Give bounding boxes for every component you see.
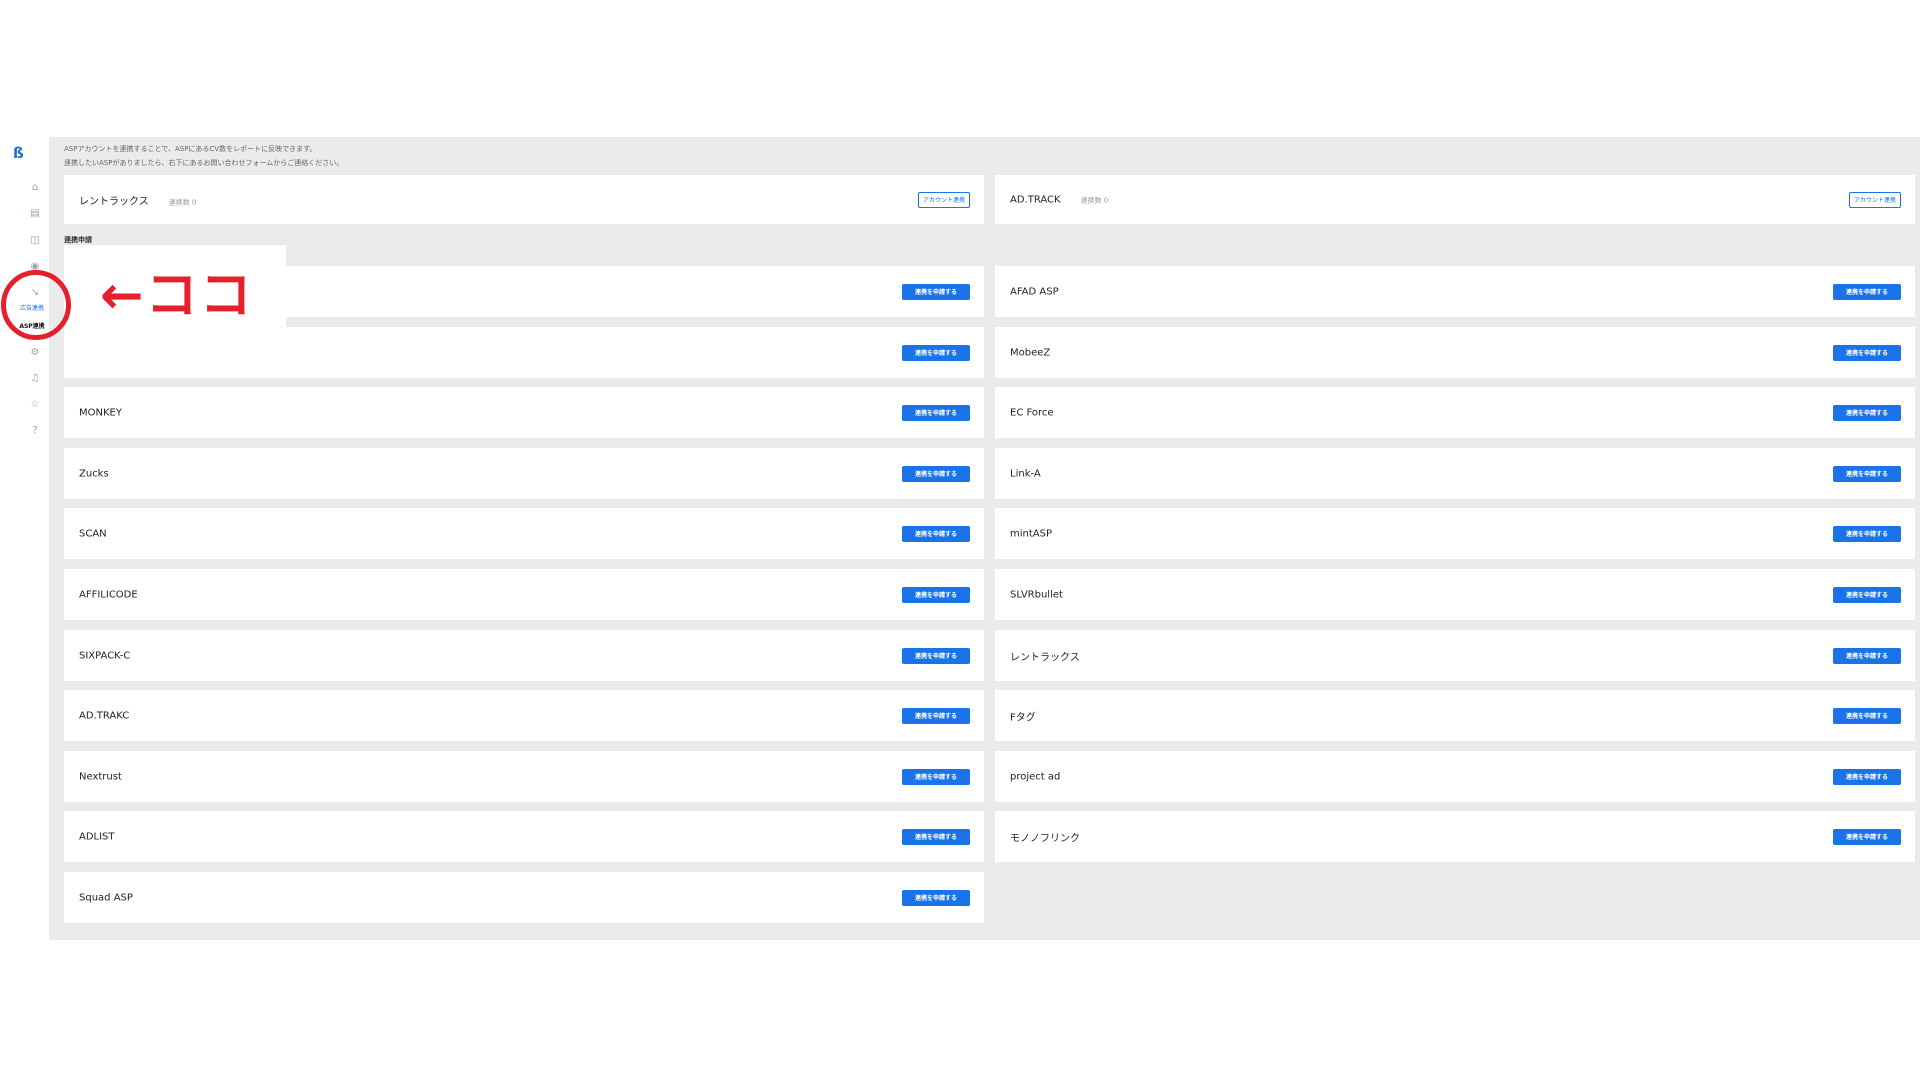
- bell-icon[interactable]: ♫: [27, 370, 43, 386]
- asp-name: mintASP: [1010, 528, 1052, 539]
- request-connection-button[interactable]: 連携を申請する: [902, 707, 970, 724]
- asp-name: SLVRbullet: [1010, 589, 1063, 600]
- asp-name: SIXPACK-C: [79, 650, 131, 661]
- asp-name: ADLIST: [79, 831, 115, 842]
- asp-card: AFFILICODE 連携を申請する: [64, 569, 984, 620]
- request-connection-button[interactable]: 連携を申請する: [902, 525, 970, 542]
- asp-card: 連携を申請する: [64, 327, 984, 378]
- request-connection-button[interactable]: 連携を申請する: [1833, 283, 1901, 300]
- asp-card: レントラックス 連携を申請する: [995, 630, 1915, 681]
- request-connection-button[interactable]: 連携を申請する: [1833, 828, 1901, 845]
- request-connection-button[interactable]: 連携を申請する: [1833, 707, 1901, 724]
- asp-name: モノノフリンク: [1010, 833, 1080, 844]
- asp-card: SLVRbullet 連携を申請する: [995, 569, 1915, 620]
- account-connect-button[interactable]: アカウント連携: [918, 191, 970, 208]
- asp-name: SCAN: [79, 528, 107, 539]
- asp-name: Zucks: [79, 468, 109, 479]
- request-connection-button[interactable]: 連携を申請する: [902, 889, 970, 906]
- info-text-1: ASPアカウントを連携することで、ASPにあるCV数をレポートに反映できます。: [64, 145, 317, 153]
- info-text-2: 連携したいASPがありましたら、右下にあるお問い合わせフォームからご連絡ください…: [64, 159, 344, 167]
- asp-card: SIXPACK-C 連携を申請する: [64, 630, 984, 681]
- asp-card: Nextrust 連携を申請する: [64, 751, 984, 802]
- asp-card: Zucks 連携を申請する: [64, 448, 984, 499]
- request-connection-button[interactable]: 連携を申請する: [1833, 647, 1901, 664]
- asp-name: MONKEY: [79, 407, 122, 418]
- request-connection-button[interactable]: 連携を申請する: [902, 586, 970, 603]
- request-connection-button[interactable]: 連携を申請する: [902, 828, 970, 845]
- asp-card: AFAD ASP 連携を申請する: [995, 266, 1915, 317]
- asp-card: project ad 連携を申請する: [995, 751, 1915, 802]
- asp-card: AD.TRAKC 連携を申請する: [64, 690, 984, 741]
- asp-card: MONKEY 連携を申請する: [64, 387, 984, 438]
- asp-name: EC Force: [1010, 407, 1054, 418]
- request-connection-button[interactable]: 連携を申請する: [1833, 768, 1901, 785]
- help-icon[interactable]: ?: [27, 422, 43, 438]
- request-connection-button[interactable]: 連携を申請する: [1833, 525, 1901, 542]
- account-connect-button[interactable]: アカウント連携: [1849, 191, 1901, 208]
- request-connection-button[interactable]: 連携を申請する: [902, 768, 970, 785]
- asp-card: EC Force 連携を申請する: [995, 387, 1915, 438]
- request-connection-button[interactable]: 連携を申請する: [902, 283, 970, 300]
- request-connection-button[interactable]: 連携を申請する: [1833, 586, 1901, 603]
- annotation-text: ←ココ: [100, 266, 254, 326]
- request-connection-button[interactable]: 連携を申請する: [1833, 344, 1901, 361]
- star-icon[interactable]: ☆: [27, 396, 43, 412]
- request-connection-button[interactable]: 連携を申請する: [1833, 465, 1901, 482]
- home-icon[interactable]: ⌂: [27, 179, 43, 195]
- asp-name: AD.TRAKC: [79, 710, 130, 721]
- connected-card-adtrack: AD.TRACK 連携数 0 アカウント連携: [995, 175, 1915, 224]
- asp-card: モノノフリンク 連携を申請する: [995, 811, 1915, 862]
- asp-name: MobeeZ: [1010, 347, 1051, 358]
- asp-card: ADLIST 連携を申請する: [64, 811, 984, 862]
- asp-card: MobeeZ 連携を申請する: [995, 327, 1915, 378]
- app-logo[interactable]: ß: [13, 145, 29, 161]
- sidebar: ß ⌂ ▤ ◫ ◉ ↘ 広告連携 ASP連携 ⚙ ♫ ☆ ?: [0, 137, 49, 940]
- asp-name: Link-A: [1010, 468, 1041, 479]
- request-connection-button[interactable]: 連携を申請する: [902, 404, 970, 421]
- asp-card: Fタグ 連携を申請する: [995, 690, 1915, 741]
- asp-card: Link-A 連携を申請する: [995, 448, 1915, 499]
- asp-card: SCAN 連携を申請する: [64, 508, 984, 559]
- asp-name: Fタグ: [1010, 712, 1036, 723]
- asp-name: レントラックス: [1010, 652, 1080, 663]
- section-title: 連携申請: [64, 236, 92, 244]
- request-connection-button[interactable]: 連携を申請する: [902, 465, 970, 482]
- asp-name: Squad ASP: [79, 892, 133, 903]
- asp-name: AFFILICODE: [79, 589, 138, 600]
- request-connection-button[interactable]: 連携を申請する: [1833, 404, 1901, 421]
- connected-card-title: レントラックス 連携数 0: [79, 196, 197, 207]
- connected-card-rentracks: レントラックス 連携数 0 アカウント連携: [64, 175, 984, 224]
- asp-card: mintASP 連携を申請する: [995, 508, 1915, 559]
- asp-name: AFAD ASP: [1010, 286, 1059, 297]
- bag-icon[interactable]: ◫: [27, 232, 43, 248]
- document-icon[interactable]: ▤: [27, 205, 43, 221]
- settings-icon[interactable]: ⚙: [27, 344, 43, 360]
- asp-name: Nextrust: [79, 771, 122, 782]
- request-connection-button[interactable]: 連携を申請する: [902, 344, 970, 361]
- highlight-circle: [1, 270, 71, 340]
- asp-name: project ad: [1010, 771, 1061, 782]
- asp-card: Squad ASP 連携を申請する: [64, 872, 984, 923]
- request-connection-button[interactable]: 連携を申請する: [902, 647, 970, 664]
- connected-card-title: AD.TRACK 連携数 0: [1010, 194, 1109, 205]
